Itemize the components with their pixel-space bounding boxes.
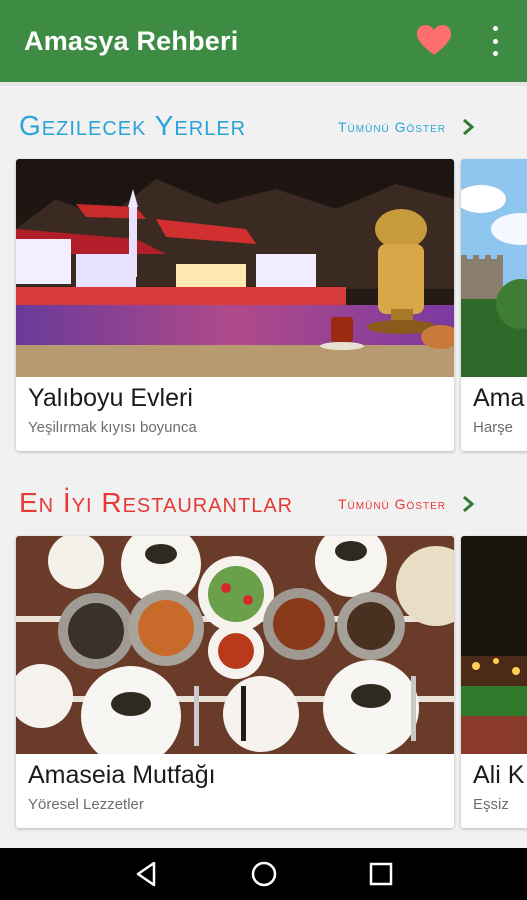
restaurant-card[interactable]: Amaseia Mutfağı Yöresel Lezzetler xyxy=(16,536,454,828)
home-icon[interactable] xyxy=(249,860,279,888)
restaurant-card-name: Amaseia Mutfağı xyxy=(28,761,216,789)
place-card-subtitle: Harşe xyxy=(473,419,514,436)
more-vert-icon[interactable] xyxy=(484,26,506,56)
heart-icon[interactable] xyxy=(416,24,452,56)
main-content[interactable]: Gezilecek Yerler Tümünü Göster Yalıboyu … xyxy=(0,82,527,848)
restaurant-card-name: Ali K xyxy=(473,761,525,789)
restaurant-card[interactable]: Ali K Eşsiz xyxy=(461,536,527,828)
places-show-all-label: Tümünü Göster xyxy=(338,119,446,135)
place-card-image xyxy=(461,159,527,377)
chevron-right-icon xyxy=(463,495,475,513)
place-card-image xyxy=(16,159,454,377)
app-bar: Amasya Rehberi xyxy=(0,0,527,82)
restaurants-section-title: En İyi Restaurantlar xyxy=(19,487,294,518)
recents-icon[interactable] xyxy=(366,860,396,888)
places-section-title: Gezilecek Yerler xyxy=(19,110,247,141)
back-icon[interactable] xyxy=(132,860,162,888)
top-divider xyxy=(0,82,527,86)
place-card-name: Yalıboyu Evleri xyxy=(28,384,193,412)
restaurant-card-subtitle: Yöresel Lezzetler xyxy=(28,796,144,813)
restaurant-card-image xyxy=(16,536,454,754)
places-card-row[interactable]: Yalıboyu Evleri Yeşilırmak kıyısı boyunc… xyxy=(0,159,527,451)
restaurants-section-header: En İyi Restaurantlar Tümünü Göster xyxy=(0,487,527,527)
place-card[interactable]: Yalıboyu Evleri Yeşilırmak kıyısı boyunc… xyxy=(16,159,454,451)
places-show-all-button[interactable]: Tümünü Göster xyxy=(338,118,476,136)
place-card-name: Ama xyxy=(473,384,525,412)
place-card-subtitle: Yeşilırmak kıyısı boyunca xyxy=(28,419,197,436)
chevron-right-icon xyxy=(463,118,475,136)
restaurant-card-image xyxy=(461,536,527,754)
restaurants-card-row[interactable]: Amaseia Mutfağı Yöresel Lezzetler Ali K … xyxy=(0,536,527,828)
system-nav-bar xyxy=(0,848,527,900)
app-title: Amasya Rehberi xyxy=(24,26,239,56)
restaurants-show-all-button[interactable]: Tümünü Göster xyxy=(338,495,476,513)
places-section-header: Gezilecek Yerler Tümünü Göster xyxy=(0,110,527,150)
restaurants-show-all-label: Tümünü Göster xyxy=(338,496,446,512)
place-card[interactable]: Ama Harşe xyxy=(461,159,527,451)
restaurant-card-subtitle: Eşsiz xyxy=(473,796,509,813)
